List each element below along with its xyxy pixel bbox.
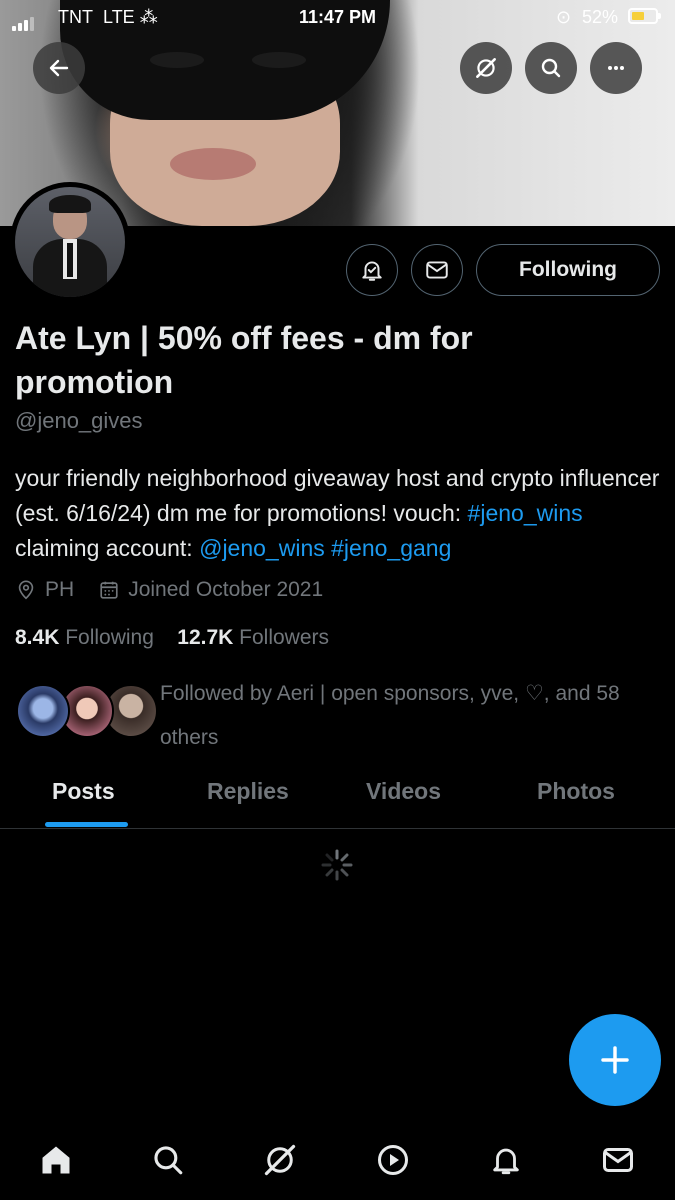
mail-icon bbox=[426, 261, 448, 279]
notify-button[interactable] bbox=[346, 244, 398, 296]
battery-icon bbox=[628, 8, 661, 24]
message-button[interactable] bbox=[411, 244, 463, 296]
calendar-icon bbox=[100, 581, 118, 599]
more-icon bbox=[608, 66, 624, 70]
search-icon bbox=[541, 58, 561, 78]
followers-count: 12.7K bbox=[177, 626, 234, 649]
display-name: Ate Lyn | 50% off fees - dm for promotio… bbox=[15, 320, 473, 400]
rotation-lock-icon: ⊙ bbox=[556, 7, 572, 27]
bell-icon bbox=[362, 261, 382, 281]
battery-percent: 52% bbox=[582, 7, 619, 27]
following-count: 8.4K bbox=[15, 626, 60, 649]
more-button[interactable] bbox=[590, 42, 642, 94]
followers-label: Followers bbox=[239, 626, 330, 649]
profile-handle: @jeno_gives bbox=[15, 408, 143, 433]
bio-text: claiming account: bbox=[15, 535, 200, 561]
plus-icon bbox=[601, 1046, 629, 1074]
tab-videos[interactable]: Videos bbox=[366, 778, 441, 805]
followed-by-text[interactable]: Followed by Aeri | open sponsors, yve, ♡… bbox=[160, 672, 660, 760]
profile-tabs: Posts Replies Videos Photos bbox=[0, 770, 675, 829]
hashtag-link[interactable]: #jeno_wins bbox=[468, 500, 583, 526]
bottom-nav bbox=[0, 1128, 675, 1200]
avatar-photo bbox=[15, 187, 125, 297]
banner-eye-left bbox=[150, 52, 204, 68]
nav-video[interactable] bbox=[373, 1140, 413, 1180]
location-icon bbox=[18, 580, 34, 600]
joined-text: Joined October 2021 bbox=[128, 578, 324, 601]
mail-icon bbox=[603, 1148, 633, 1172]
status-bar: TNT LTE ⁂ 11:47 PM ⊙ 52% bbox=[0, 0, 675, 34]
following-label: Following bbox=[65, 626, 154, 649]
profile-avatar[interactable] bbox=[10, 182, 130, 302]
home-icon bbox=[42, 1146, 70, 1174]
grok-button[interactable] bbox=[460, 42, 512, 94]
nav-messages[interactable] bbox=[598, 1140, 638, 1180]
follow-counts: 8.4K Following 12.7K Followers bbox=[15, 626, 329, 650]
active-tab-indicator bbox=[45, 822, 128, 827]
banner-lips bbox=[170, 148, 256, 180]
following-button-label: Following bbox=[519, 258, 617, 281]
avatar bbox=[16, 684, 70, 738]
mention-link[interactable]: @jeno_wins bbox=[199, 535, 325, 561]
nav-grok[interactable] bbox=[260, 1140, 300, 1180]
back-button[interactable] bbox=[33, 42, 85, 94]
grok-icon bbox=[264, 1144, 296, 1176]
compose-button[interactable] bbox=[569, 1014, 661, 1106]
status-time: 11:47 PM bbox=[298, 7, 377, 27]
tab-posts[interactable]: Posts bbox=[52, 778, 115, 805]
following-button[interactable]: Following bbox=[476, 244, 660, 296]
profile-meta: PH Joined October 2021 bbox=[15, 578, 323, 602]
search-button[interactable] bbox=[525, 42, 577, 94]
location-text: PH bbox=[45, 578, 75, 601]
nav-notifications[interactable] bbox=[486, 1140, 526, 1180]
nav-home[interactable] bbox=[36, 1140, 76, 1180]
followers-count-link[interactable]: 12.7K Followers bbox=[177, 626, 329, 649]
grok-icon bbox=[476, 58, 496, 78]
followed-by-avatars[interactable] bbox=[16, 684, 158, 742]
bell-icon bbox=[493, 1148, 519, 1175]
back-arrow-icon bbox=[49, 59, 69, 77]
banner-eye-right bbox=[252, 52, 306, 68]
profile-bio: your friendly neighborhood giveaway host… bbox=[15, 461, 665, 566]
tab-replies[interactable]: Replies bbox=[207, 778, 289, 805]
video-icon bbox=[378, 1145, 408, 1175]
search-icon bbox=[154, 1146, 183, 1175]
following-count-link[interactable]: 8.4K Following bbox=[15, 626, 154, 649]
hashtag-link[interactable]: #jeno_gang bbox=[331, 535, 451, 561]
loading-spinner-icon bbox=[321, 849, 353, 881]
nav-search[interactable] bbox=[148, 1140, 188, 1180]
tab-photos[interactable]: Photos bbox=[537, 778, 615, 805]
